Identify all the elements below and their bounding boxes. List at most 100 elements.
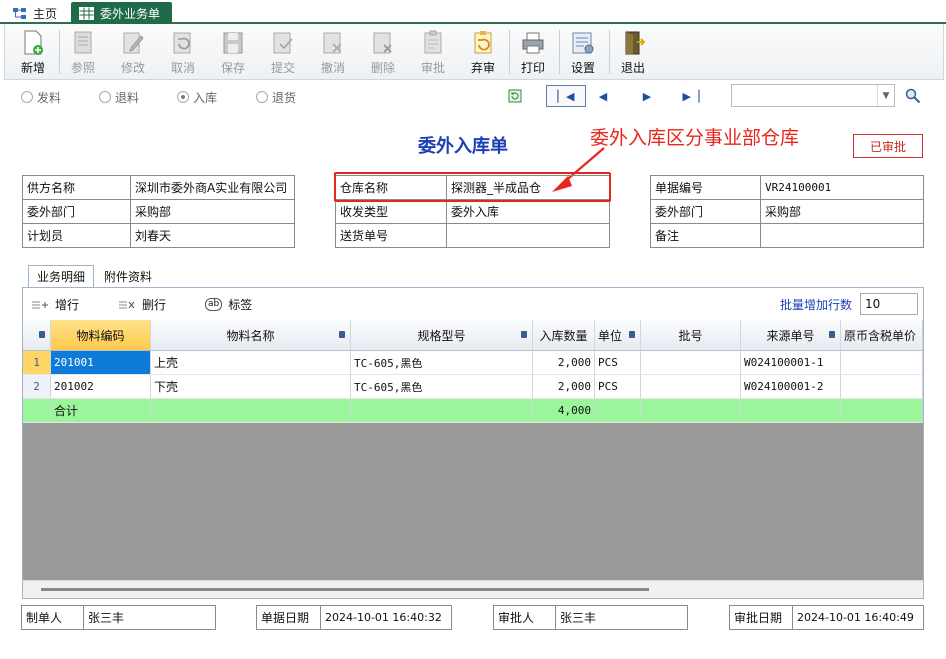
nav-prev-button[interactable]: ◀ xyxy=(592,85,614,107)
tab-outsource-business[interactable]: 委外业务单 xyxy=(71,2,172,24)
column-header[interactable]: 规格型号 xyxy=(351,320,533,351)
radio-issue[interactable]: 发料 xyxy=(21,89,61,105)
tab-strip: 主页 委外业务单 xyxy=(0,0,946,24)
supplier-field[interactable]: 深圳市委外商A实业有限公司 xyxy=(130,175,295,200)
unit-price-cell[interactable] xyxy=(841,375,923,399)
empty-cell xyxy=(641,399,741,423)
table-row[interactable]: 2 201002 下壳 TC-605,黑色 2,000 PCS W0241000… xyxy=(23,375,923,399)
save-button[interactable]: 保存 xyxy=(209,28,257,78)
reference-button[interactable]: 参照 xyxy=(59,28,107,78)
spec-cell[interactable]: TC-605,黑色 xyxy=(351,375,533,399)
department-field[interactable]: 采购部 xyxy=(760,199,924,224)
batch-cell[interactable] xyxy=(641,351,741,375)
field-label: 收发类型 xyxy=(335,199,447,224)
tab-attachments[interactable]: 附件资料 xyxy=(96,265,160,287)
radio-label: 发料 xyxy=(37,90,62,105)
edit-button[interactable]: 修改 xyxy=(109,28,157,78)
delivery-number-field[interactable] xyxy=(446,223,610,248)
radio-stock-in[interactable]: 入库 xyxy=(177,89,217,105)
source-number-cell[interactable]: W024100001-1 xyxy=(741,351,841,375)
batch-cell[interactable] xyxy=(641,375,741,399)
unit-cell[interactable]: PCS xyxy=(595,375,641,399)
revoke-button[interactable]: 撤消 xyxy=(309,28,357,78)
total-quantity: 4,000 xyxy=(533,399,595,423)
approve-button[interactable]: 审批 xyxy=(409,28,457,78)
column-header[interactable]: 原币含税单价 xyxy=(841,320,923,351)
row-number xyxy=(23,399,51,423)
dropdown-arrow-icon[interactable]: ▼ xyxy=(877,85,894,106)
add-row-button[interactable]: 增行 xyxy=(31,296,79,313)
horizontal-scrollbar[interactable] xyxy=(23,580,923,598)
delete-button[interactable]: 删除 xyxy=(359,28,407,78)
delete-row-label: 删行 xyxy=(142,298,167,312)
unapprove-button[interactable]: 弃审 xyxy=(459,28,507,78)
column-header[interactable]: 单位 xyxy=(595,320,641,351)
document-number-field[interactable]: VR24100001 xyxy=(760,175,924,200)
radio-label: 退货 xyxy=(272,90,297,105)
transaction-type-field[interactable]: 委外入库 xyxy=(446,199,610,224)
cancel-label: 取消 xyxy=(170,61,195,75)
exit-button[interactable]: 退出 xyxy=(609,28,657,78)
column-header[interactable]: 来源单号 xyxy=(741,320,841,351)
tab-home-label: 主页 xyxy=(33,6,58,21)
column-header[interactable]: 批号 xyxy=(641,320,741,351)
status-badge: 已审批 xyxy=(853,134,923,158)
delete-icon xyxy=(373,32,392,54)
planner-field[interactable]: 刘春天 xyxy=(130,223,295,248)
nav-first-button[interactable]: ▏◀ xyxy=(546,85,586,107)
tab-business-detail[interactable]: 业务明细 xyxy=(28,265,95,287)
unapprove-label: 弃审 xyxy=(470,61,495,75)
scrollbar-thumb[interactable] xyxy=(41,588,649,591)
radio-label: 入库 xyxy=(193,90,218,105)
save-label: 保存 xyxy=(220,61,245,75)
field-label: 制单人 xyxy=(21,605,84,630)
search-combo[interactable]: ▼ xyxy=(731,84,895,107)
material-name-cell[interactable]: 下壳 xyxy=(151,375,351,399)
column-header[interactable]: 物料名称 xyxy=(151,320,351,351)
field-label: 委外部门 xyxy=(22,199,131,224)
settings-button[interactable]: 设置 xyxy=(559,28,607,78)
field-label: 备注 xyxy=(650,223,761,248)
add-row-label: 增行 xyxy=(55,298,80,312)
column-header[interactable]: 入库数量 xyxy=(533,320,595,351)
department-field[interactable]: 采购部 xyxy=(130,199,295,224)
table-row[interactable]: 1 201001 上壳 TC-605,黑色 2,000 PCS W0241000… xyxy=(23,351,923,375)
note-field[interactable] xyxy=(760,223,924,248)
submit-label: 提交 xyxy=(270,61,295,75)
settings-label: 设置 xyxy=(570,61,595,75)
column-header[interactable]: 物料编码 xyxy=(51,320,151,351)
delete-row-icon xyxy=(119,301,135,308)
field-label: 审批日期 xyxy=(729,605,793,630)
total-label: 合计 xyxy=(51,399,151,423)
total-row: 合计 4,000 xyxy=(23,399,923,423)
radio-return-material[interactable]: 退料 xyxy=(99,89,139,105)
spec-cell[interactable]: TC-605,黑色 xyxy=(351,351,533,375)
refresh-button[interactable] xyxy=(504,85,526,107)
print-button[interactable]: 打印 xyxy=(509,28,557,78)
quantity-cell[interactable]: 2,000 xyxy=(533,375,595,399)
unit-cell[interactable]: PCS xyxy=(595,351,641,375)
tag-label: 标签 xyxy=(228,298,253,312)
delete-row-button[interactable]: 删行 xyxy=(118,296,166,313)
search-button[interactable] xyxy=(902,85,924,107)
empty-cell xyxy=(741,399,841,423)
tag-button[interactable]: ab 标签 xyxy=(205,296,252,313)
material-code-cell[interactable]: 201002 xyxy=(51,375,151,399)
field-label: 供方名称 xyxy=(22,175,131,200)
material-code-cell[interactable]: 201001 xyxy=(51,351,151,375)
submit-button[interactable]: 提交 xyxy=(259,28,307,78)
batch-add-count-input[interactable]: 10 xyxy=(860,293,918,315)
last-record-icon: ▶▕ xyxy=(682,89,700,103)
nav-next-button[interactable]: ▶ xyxy=(636,85,658,107)
add-button[interactable]: 新增 xyxy=(9,28,57,78)
cancel-button[interactable]: 取消 xyxy=(159,28,207,78)
unit-price-cell[interactable] xyxy=(841,351,923,375)
maker-field: 张三丰 xyxy=(83,605,216,630)
quantity-cell[interactable]: 2,000 xyxy=(533,351,595,375)
source-number-cell[interactable]: W024100001-2 xyxy=(741,375,841,399)
nav-last-button[interactable]: ▶▕ xyxy=(680,85,702,107)
document-date-field: 2024-10-01 16:40:32 xyxy=(320,605,452,630)
material-name-cell[interactable]: 上壳 xyxy=(151,351,351,375)
tab-home[interactable]: 主页 xyxy=(4,2,67,24)
radio-return-goods[interactable]: 退货 xyxy=(256,89,296,105)
